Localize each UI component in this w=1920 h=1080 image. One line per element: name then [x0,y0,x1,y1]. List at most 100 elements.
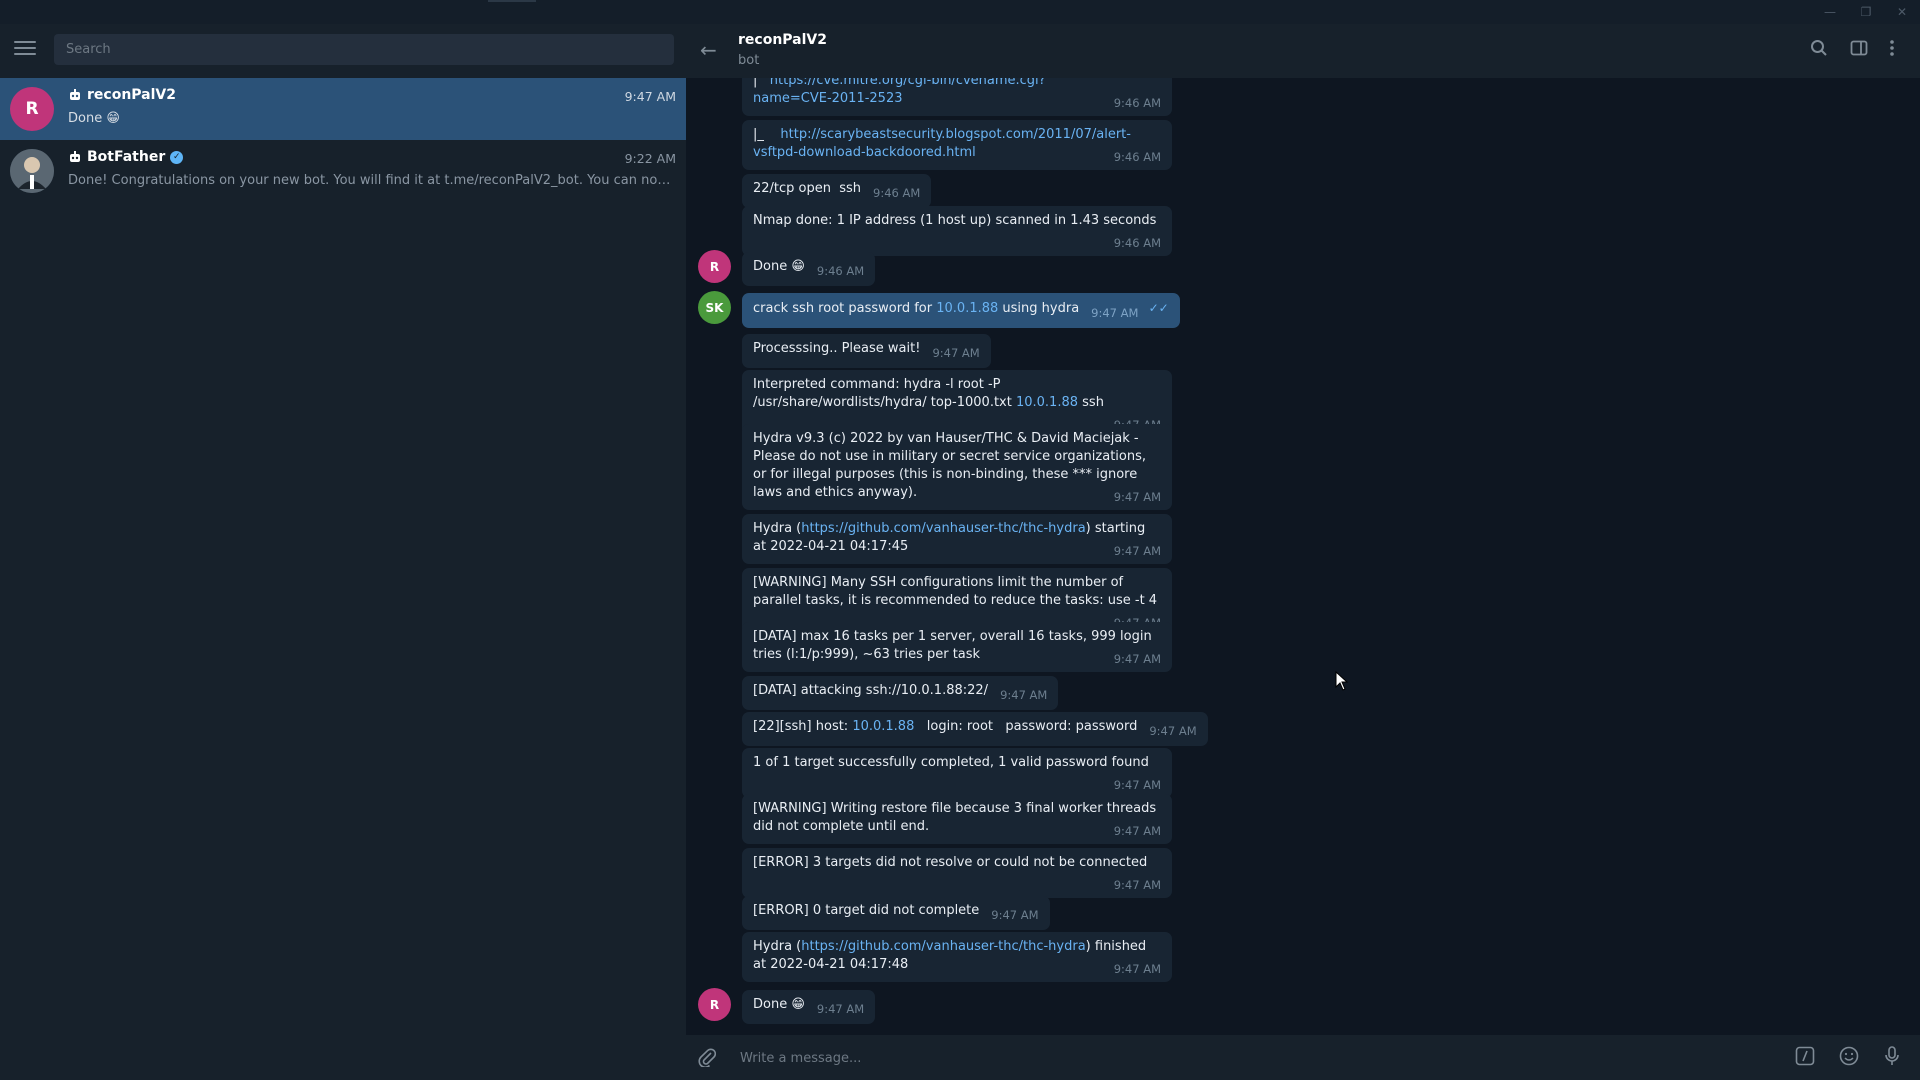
chat-item-botfather[interactable]: BotFather ✓ 9:22 AM Done! Congratulation… [0,140,686,202]
message-bubble[interactable]: Hydra (https://github.com/vanhauser-thc/… [742,932,1172,982]
message-bubble-outgoing[interactable]: crack ssh root password for 10.0.1.88 us… [742,293,1180,328]
search-box[interactable] [54,34,678,65]
message-composer [686,1035,1920,1080]
message-bubble[interactable]: [ERROR] 0 target did not complete 9:47 AM [742,896,1050,930]
hamburger-menu-icon[interactable] [14,41,36,57]
chat-name: reconPalV2 [68,87,176,103]
message-time: 9:46 AM [1113,96,1161,110]
message-bubble[interactable]: [WARNING] Writing restore file because 3… [742,794,1172,844]
chat-item-reconpalv2[interactable]: R reconPalV2 9:47 AM Done 😁 [0,78,686,140]
avatar[interactable]: SK [698,291,731,324]
message-bubble[interactable]: |_ http://scarybeastsecurity.blogspot.co… [742,120,1172,170]
message-bubble[interactable]: | https://cve.mitre.org/cgi-bin/cvename.… [742,78,1172,116]
chat-name-label: reconPalV2 [87,87,176,103]
chat-name: BotFather ✓ [68,149,184,165]
message-time: 9:47 AM [1091,306,1139,320]
message-text: [DATA] attacking ssh://10.0.1.88:22/ [753,683,989,698]
chat-preview: Done! Congratulations on your new bot. Y… [68,173,674,188]
message-link[interactable]: 10.0.1.88 [1016,395,1078,410]
microphone-icon[interactable] [1884,1046,1900,1071]
message-bubble[interactable]: Hydra v9.3 (c) 2022 by van Hauser/THC & … [742,424,1172,510]
message-time: 9:46 AM [873,186,921,200]
avatar[interactable]: R [698,250,731,283]
message-text: Hydra v9.3 (c) 2022 by van Hauser/THC & … [753,431,1147,500]
message-input[interactable] [738,1045,1842,1071]
bot-icon [70,89,80,100]
message-time: 9:47 AM [1149,724,1197,738]
message-bubble[interactable]: [22][ssh] host: 10.0.1.88 login: root pa… [742,712,1208,746]
attach-icon[interactable] [698,1047,717,1072]
message-bubble[interactable]: Done 😁 9:47 AM [742,990,876,1024]
message-link[interactable]: 10.0.1.88 [936,301,998,316]
message-bubble[interactable]: 1 of 1 target successfully completed, 1 … [742,748,1172,798]
chat-title[interactable]: reconPalV2 [738,32,827,48]
search-icon[interactable] [1810,39,1828,62]
message-text: Done 😁 [753,997,805,1012]
avatar: R [10,87,54,131]
message-link[interactable]: http://scarybeastsecurity.blogspot.com/2… [753,127,1131,160]
chat-time: 9:22 AM [624,151,676,166]
titlebar-accent [488,0,536,2]
sidebar-toggle-icon[interactable] [1850,39,1868,62]
message-link[interactable]: name=CVE-2011-2523 [753,91,903,106]
message-time: 9:47 AM [991,908,1039,922]
search-input[interactable] [54,34,678,65]
avatar[interactable]: R [698,988,731,1021]
chat-header: ← reconPalV2 bot [686,24,1920,78]
message-bubble[interactable]: Nmap done: 1 IP address (1 host up) scan… [742,206,1172,256]
message-link[interactable]: 10.0.1.88 [852,719,914,734]
message-text: 22/tcp open ssh [753,181,862,196]
message-time: 9:47 AM [1113,962,1161,976]
message-text: [WARNING] Writing restore file because 3… [753,801,1157,834]
message-link[interactable]: https://github.com/vanhauser-thc/thc-hyd… [801,521,1085,536]
message-time: 9:47 AM [1113,778,1161,792]
message-link[interactable]: https://cve.mitre.org/cgi-bin/cvename.cg… [770,78,1046,88]
message-bubble[interactable]: [DATA] attacking ssh://10.0.1.88:22/9:47… [742,676,1059,710]
message-bubble[interactable]: [DATA] max 16 tasks per 1 server, overal… [742,622,1172,672]
window-titlebar: — ❐ ✕ [0,0,1920,24]
double-check-icon: ✓✓ [1148,301,1169,315]
chat-list-panel: R reconPalV2 9:47 AM Done 😁 BotFather ✓ … [0,24,686,1080]
back-arrow-icon[interactable]: ← [700,38,717,62]
message-text: 1 of 1 target successfully completed, 1 … [753,755,1149,770]
message-time: 9:47 AM [1113,824,1161,838]
message-bubble[interactable]: [ERROR] 3 targets did not resolve or cou… [742,848,1172,898]
message-history: | https://cve.mitre.org/cgi-bin/cvename.… [686,78,1920,1035]
message-bubble[interactable]: Hydra (https://github.com/vanhauser-thc/… [742,514,1172,564]
message-time: 9:47 AM [932,346,980,360]
restore-icon[interactable]: ❐ [1848,0,1884,24]
bot-commands-icon[interactable] [1795,1046,1815,1071]
mouse-cursor-icon [1335,671,1349,691]
message-bubble[interactable]: Done 😁 9:46 AM [742,252,876,286]
message-time: 9:47 AM [1113,652,1161,666]
botfather-avatar-icon [10,149,54,193]
message-text: Nmap done: 1 IP address (1 host up) scan… [753,213,1157,228]
message-bubble[interactable]: Processsing.. Please wait! 9:47 AM [742,334,991,368]
message-time: 9:47 AM [1000,688,1048,702]
emoji-icon[interactable] [1839,1046,1859,1071]
message-text: [WARNING] Many SSH configurations limit … [753,575,1158,608]
message-link[interactable]: https://github.com/vanhauser-thc/thc-hyd… [801,939,1085,954]
message-time: 9:47 AM [816,1002,865,1016]
message-bubble[interactable]: 22/tcp open ssh 9:46 AM [742,174,932,208]
message-text: Done 😁 [753,259,805,274]
chat-time: 9:47 AM [624,89,676,104]
minimize-icon[interactable]: — [1812,0,1848,24]
message-text: [ERROR] 3 targets did not resolve or cou… [753,855,1148,870]
more-options-icon[interactable] [1889,39,1895,62]
chat-subtitle: bot [738,53,760,68]
chat-name-label: BotFather [87,149,166,165]
message-text: [DATA] max 16 tasks per 1 server, overal… [753,629,1152,662]
verified-icon: ✓ [170,150,184,164]
close-icon[interactable]: ✕ [1884,0,1920,24]
message-text: [ERROR] 0 target did not complete [753,903,980,918]
avatar [10,149,54,193]
chat-preview: Done 😁 [68,111,120,126]
message-text: Processsing.. Please wait! [753,341,921,356]
message-time: 9:47 AM [1113,544,1161,558]
bot-icon [70,151,80,162]
message-time: 9:47 AM [1113,878,1161,892]
message-time: 9:47 AM [1113,490,1161,504]
message-time: 9:46 AM [1113,236,1161,250]
message-time: 9:46 AM [816,264,865,278]
